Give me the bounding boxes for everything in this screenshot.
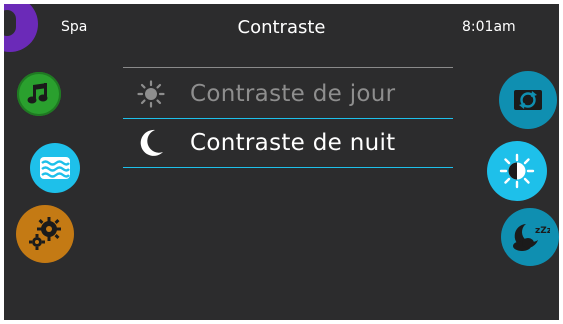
water-icon	[40, 157, 70, 179]
screen-rotate-button[interactable]	[499, 71, 557, 129]
menu-item-label-day: Contraste de jour	[190, 81, 396, 107]
night-contrast-icon: zZz	[513, 224, 550, 251]
svg-text:zZz: zZz	[535, 226, 550, 236]
menu-divider-bottom	[123, 167, 453, 168]
day-contrast-icon	[499, 153, 535, 189]
clock: 8:01am	[462, 19, 516, 35]
night-contrast-button[interactable]: zZz	[501, 208, 559, 266]
sun-icon	[132, 80, 170, 108]
day-contrast-button[interactable]	[487, 141, 547, 201]
settings-icon	[29, 217, 61, 250]
menu-divider-middle	[123, 118, 453, 119]
menu-item-night-contrast[interactable]: Contraste de nuit	[124, 122, 454, 164]
music-button[interactable]	[17, 72, 61, 116]
menu-item-label-night: Contraste de nuit	[190, 130, 396, 156]
moon-icon	[132, 128, 170, 158]
music-icon	[27, 83, 48, 104]
water-button[interactable]	[30, 143, 80, 193]
screen: Spa Contraste 8:01am Contraste de jour C…	[4, 4, 559, 320]
settings-button[interactable]	[16, 205, 74, 263]
menu-divider-top	[123, 67, 453, 68]
menu-item-day-contrast[interactable]: Contraste de jour	[124, 73, 454, 115]
screen-rotate-icon	[514, 90, 542, 110]
